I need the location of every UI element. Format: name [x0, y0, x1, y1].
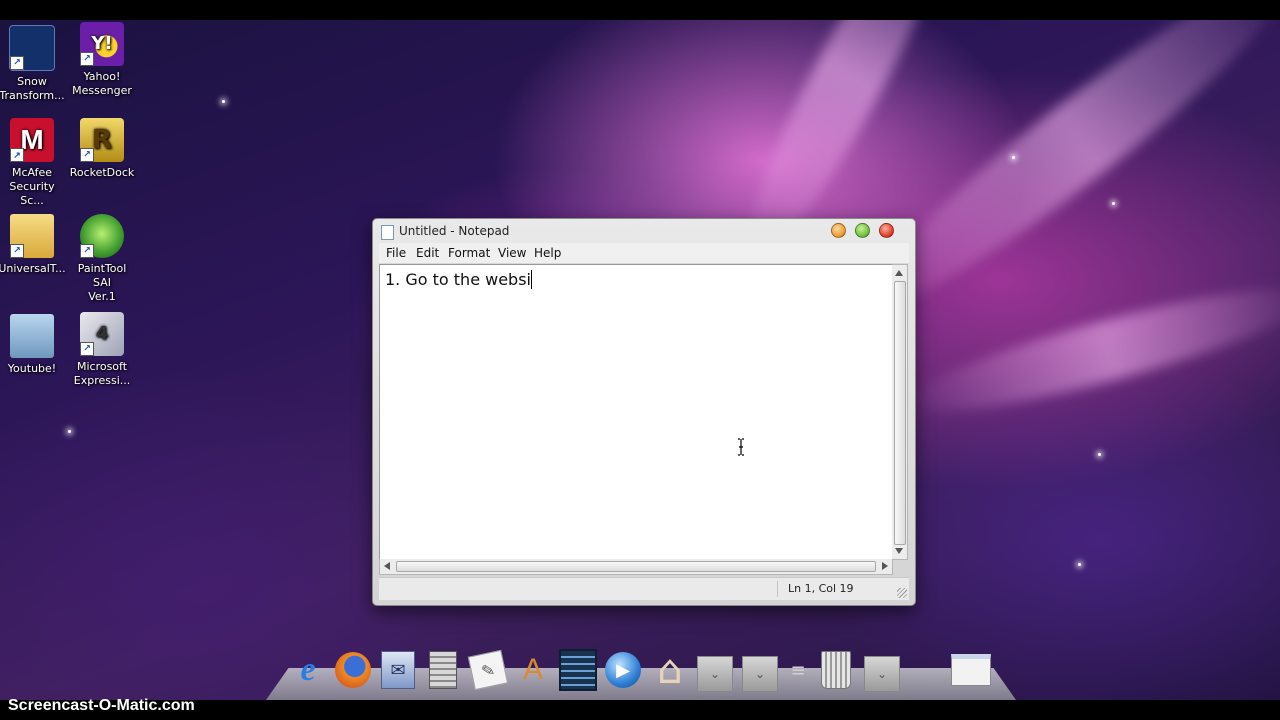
star	[1078, 563, 1081, 566]
editor-content-line: 1. Go to the websi	[385, 270, 532, 289]
scroll-down-arrow-icon[interactable]	[895, 548, 903, 554]
media-player-icon[interactable]: ▶	[603, 650, 643, 690]
window-title: Untitled - Notepad	[399, 224, 510, 238]
desktop-icon-label: Youtube!	[7, 362, 57, 375]
window-thumbnail-icon[interactable]	[951, 650, 991, 690]
separator-icon: ≡	[790, 659, 806, 681]
shortcut-arrow-icon: ↗	[80, 244, 94, 258]
status-divider	[777, 581, 778, 597]
desktop-icon-youtube-folder[interactable]: Youtube!	[0, 314, 67, 376]
desktop-icon-label: RocketDock	[69, 166, 135, 179]
internet-explorer-icon[interactable]: e	[288, 650, 328, 690]
desktop-icon-label: Messenger	[72, 84, 132, 97]
shortcut-arrow-icon: ↗	[10, 244, 24, 258]
calculator-icon[interactable]	[423, 650, 463, 690]
horizontal-scrollbar[interactable]	[379, 559, 893, 575]
mail-icon[interactable]: ✉	[378, 650, 418, 690]
editor-content: 1. Go to the websi	[385, 270, 531, 289]
star	[1098, 453, 1101, 456]
notepad-icon	[381, 225, 394, 240]
desktop-icon-label: PaintTool SAI	[77, 262, 127, 289]
desktop-icon-label: McAfee	[11, 166, 53, 179]
text-caret	[530, 270, 532, 289]
notepad-window[interactable]: Untitled - Notepad minimize maximize clo…	[372, 218, 916, 606]
desktop-icon-label: Transform...	[0, 89, 65, 102]
folder-icon	[10, 314, 54, 358]
text-editor[interactable]: 1. Go to the websi	[379, 264, 893, 560]
home-icon[interactable]: ⌂	[650, 647, 690, 693]
firefox-icon[interactable]	[333, 650, 373, 690]
menu-bar: File Edit Format View Help	[379, 243, 909, 264]
stack-1-icon[interactable]: ⌄	[697, 656, 733, 692]
shortcut-arrow-icon: ↗	[80, 148, 94, 162]
painttool-sai-icon: ↗	[80, 214, 124, 258]
trash-icon[interactable]	[816, 650, 856, 690]
resize-grip-icon[interactable]	[897, 588, 907, 598]
menu-help[interactable]: Help	[534, 246, 561, 260]
rocketdock-icon: R ↗	[80, 118, 124, 162]
vertical-scrollbar[interactable]	[892, 264, 908, 560]
shortcut-arrow-icon: ↗	[10, 56, 24, 70]
title-bar[interactable]: Untitled - Notepad minimize maximize clo…	[373, 219, 915, 243]
scroll-right-arrow-icon[interactable]	[882, 562, 888, 570]
desktop-icon-painttool-sai[interactable]: ↗ PaintTool SAI Ver.1	[67, 214, 137, 304]
desktop-icon-label: UniversalT...	[0, 262, 66, 275]
menu-file[interactable]: File	[386, 246, 406, 260]
desktop-icon-mcafee[interactable]: M ↗ McAfee Security Sc...	[0, 118, 67, 208]
star	[1112, 202, 1115, 205]
horizontal-scroll-thumb[interactable]	[396, 561, 876, 572]
yahoo-messenger-icon: Y! ↗	[80, 22, 124, 66]
menu-format[interactable]: Format	[448, 246, 490, 260]
microsoft-expression-icon: 4 ↗	[80, 312, 124, 356]
desktop-icon-yahoo-messenger[interactable]: Y! ↗ Yahoo! Messenger	[67, 22, 137, 98]
minimize-button[interactable]: minimize	[831, 223, 846, 238]
applications-icon[interactable]: A	[513, 650, 553, 690]
top-black-bar	[0, 0, 1280, 20]
notes-icon[interactable]: ✎	[467, 649, 509, 691]
desktop-icon-universalt[interactable]: ↗ UniversalT...	[0, 214, 67, 276]
vertical-scroll-thumb[interactable]	[894, 281, 906, 545]
menu-edit[interactable]: Edit	[416, 246, 439, 260]
shortcut-arrow-icon: ↗	[80, 52, 94, 66]
scroll-left-arrow-icon[interactable]	[384, 562, 390, 570]
desktop-icon-label: Ver.1	[88, 290, 116, 303]
star	[68, 430, 71, 433]
stack-2-icon[interactable]: ⌄	[742, 656, 778, 692]
ibeam-cursor-icon	[738, 438, 744, 456]
close-button[interactable]: close	[879, 223, 894, 238]
desktop-icon-rocketdock[interactable]: R ↗ RocketDock	[67, 118, 137, 180]
nebula-streak	[899, 266, 1280, 434]
menu-view[interactable]: View	[498, 246, 526, 260]
desktop-icon-label: Expressi...	[73, 374, 131, 387]
snow-transformer-icon: ↗	[9, 25, 55, 71]
star	[222, 100, 225, 103]
mcafee-icon: M ↗	[10, 118, 54, 162]
maximize-button[interactable]: maximize	[855, 223, 870, 238]
cursor-position: Ln 1, Col 19	[788, 582, 854, 595]
star	[1012, 156, 1015, 159]
status-bar: Ln 1, Col 19	[379, 577, 909, 600]
desktop-icon-label: Yahoo!	[83, 70, 121, 83]
desktop-icon-label: Security Sc...	[9, 180, 55, 207]
shortcut-arrow-icon: ↗	[10, 148, 24, 162]
scroll-up-arrow-icon[interactable]	[895, 270, 903, 276]
watermark: Screencast-O-Matic.com	[8, 697, 195, 714]
desktop-icon-microsoft-expression[interactable]: 4 ↗ Microsoft Expressi...	[67, 312, 137, 388]
shortcut-arrow-icon: ↗	[80, 342, 94, 356]
stack-3-icon[interactable]: ⌄	[864, 656, 900, 692]
desktop-icon-label: Microsoft	[76, 360, 128, 373]
folder-icon: ↗	[10, 214, 54, 258]
film-icon[interactable]	[558, 649, 598, 691]
desktop-icon-snow-transformer[interactable]: ↗ Snow Transform...	[0, 25, 67, 103]
desktop-icon-label: Snow	[17, 75, 47, 88]
